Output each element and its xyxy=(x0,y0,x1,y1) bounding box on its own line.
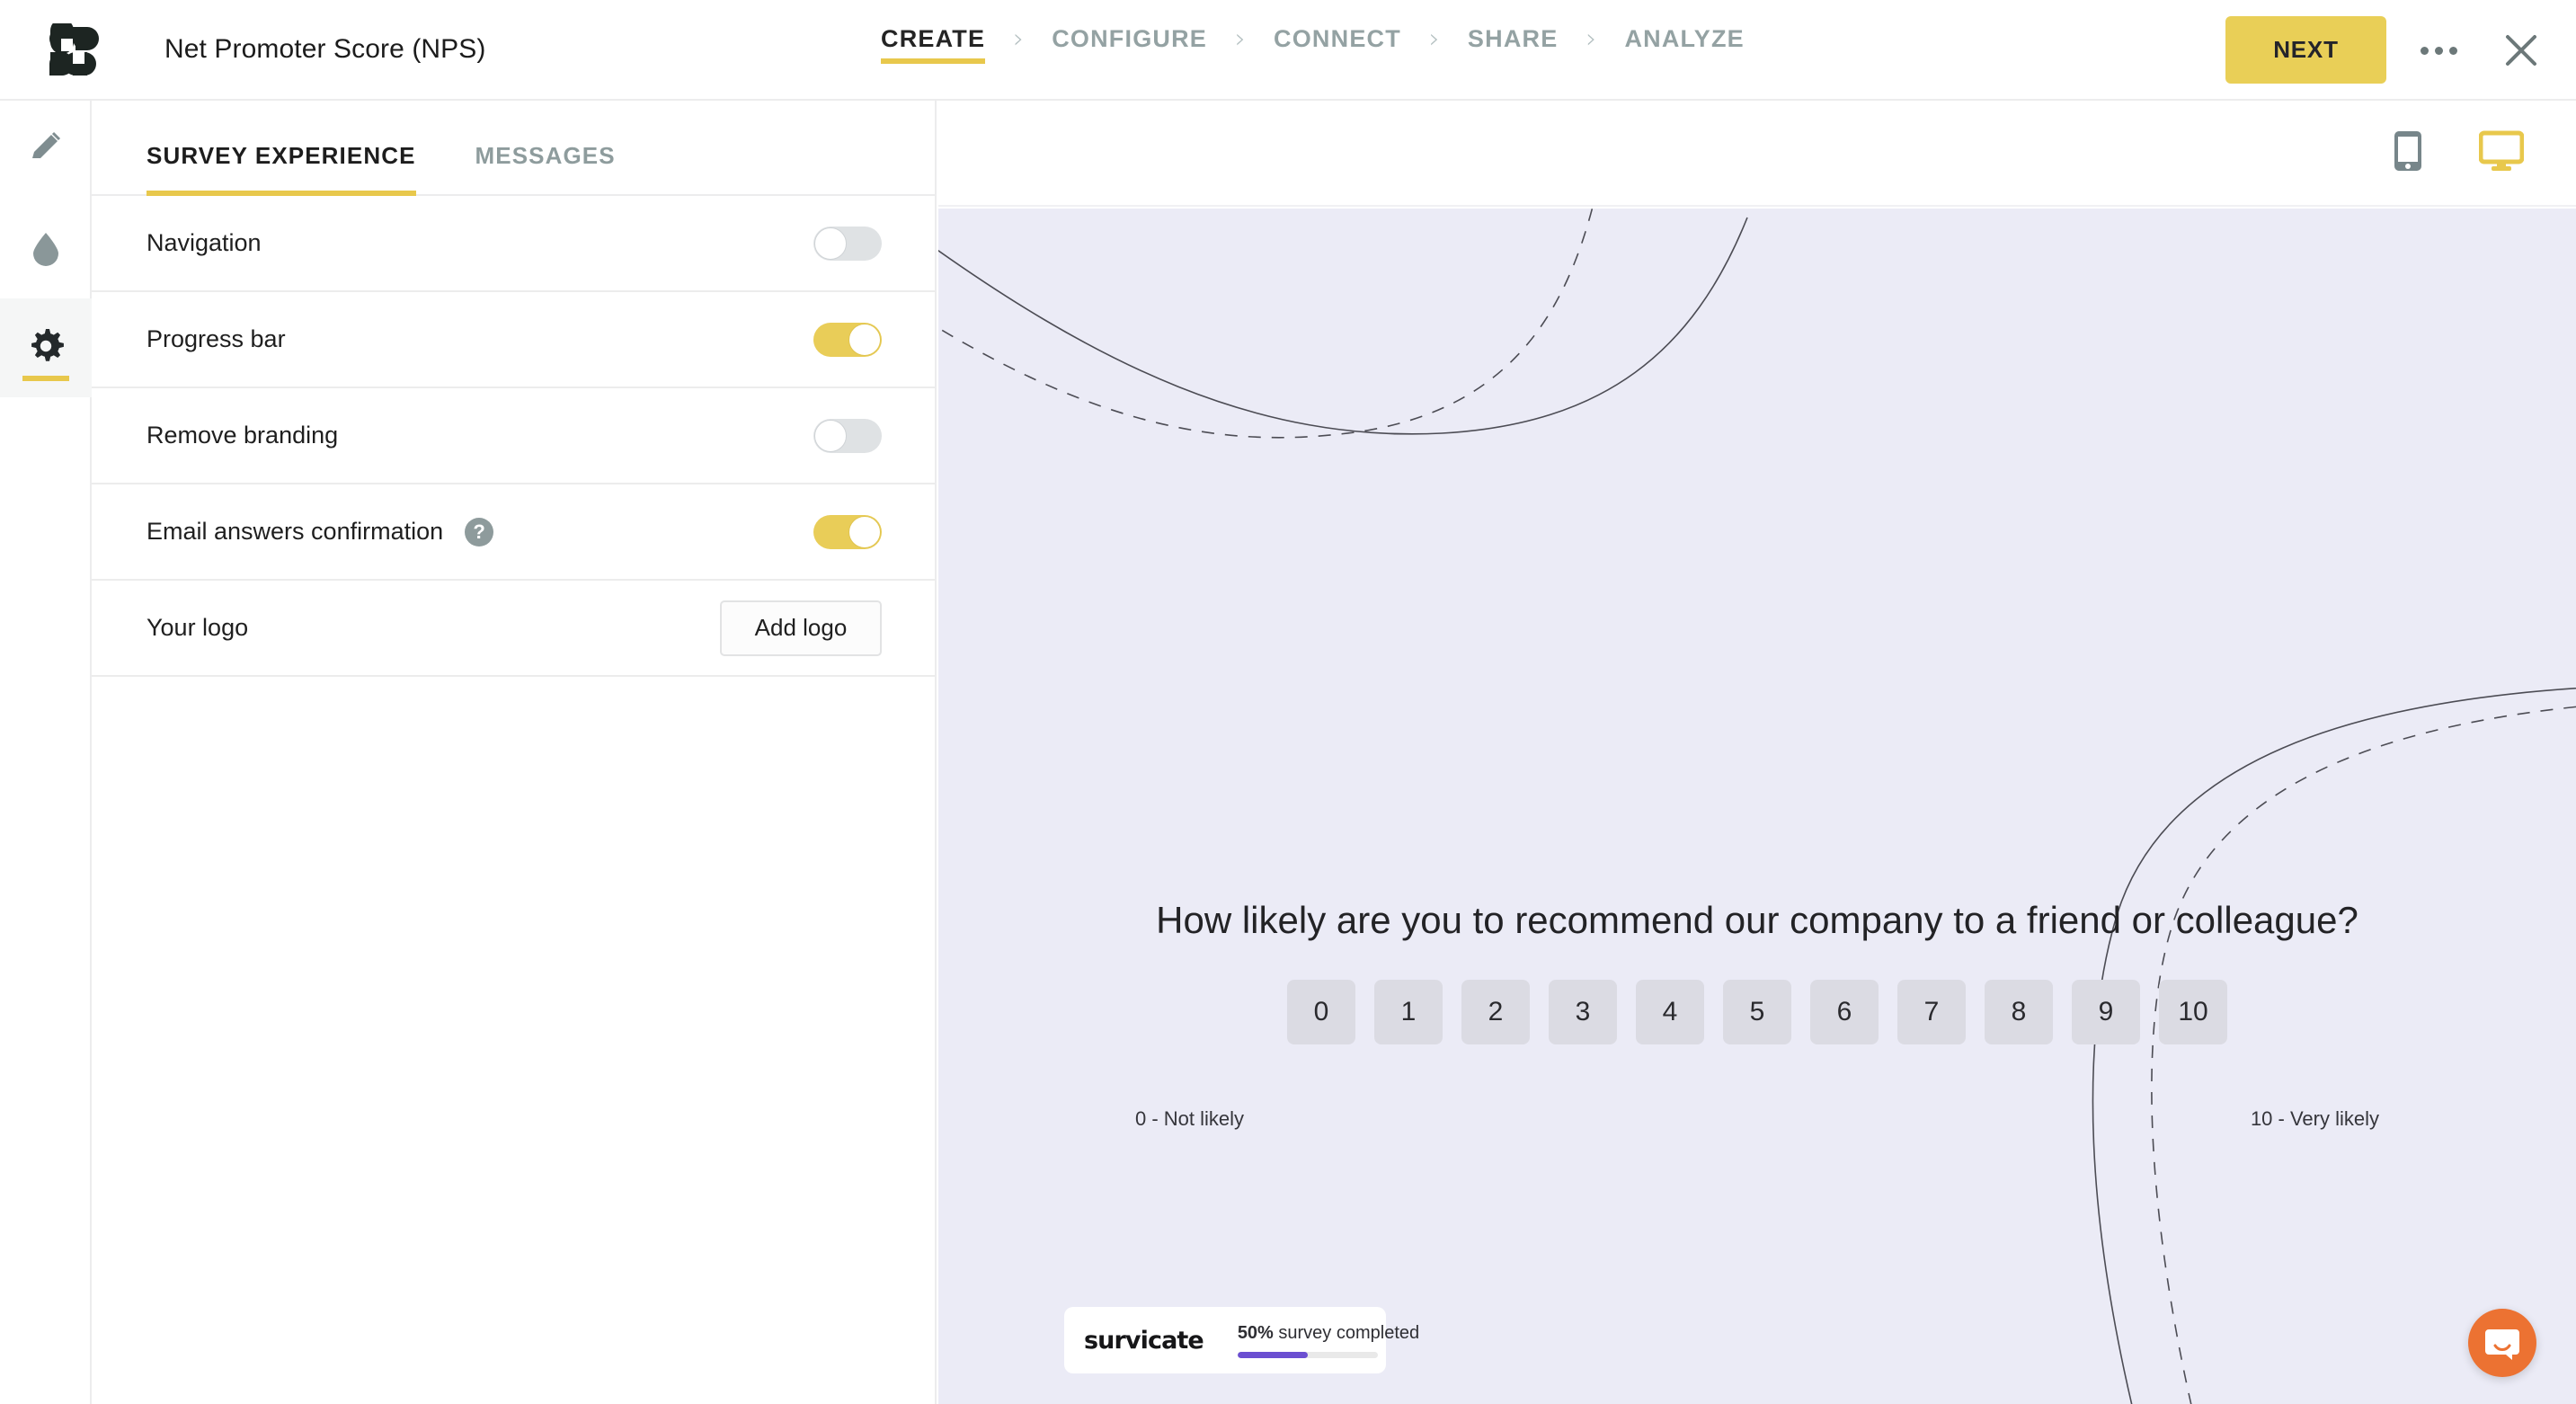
step-chevron-icon: › xyxy=(1013,23,1025,55)
question-mark-icon[interactable]: ? xyxy=(465,517,494,546)
decorative-curves xyxy=(938,209,2576,1404)
pencil-icon xyxy=(26,129,66,173)
nps-option-7[interactable]: 7 xyxy=(1897,980,1966,1044)
step-configure[interactable]: CONFIGURE xyxy=(1052,25,1207,67)
step-nav: CREATE › CONFIGURE › CONNECT › SHARE › A… xyxy=(881,23,1745,69)
setting-row-progress-bar: Progress bar xyxy=(92,292,935,388)
step-chevron-icon: › xyxy=(1428,23,1440,55)
panel-tabs: SURVEY EXPERIENCE MESSAGES xyxy=(92,101,935,196)
toggle-email-answers-confirmation[interactable] xyxy=(813,514,882,549)
step-connect[interactable]: CONNECT xyxy=(1274,25,1401,67)
nps-option-3[interactable]: 3 xyxy=(1549,980,1617,1044)
survicate-wordmark: survicate xyxy=(1084,1326,1204,1355)
step-create[interactable]: CREATE xyxy=(881,25,986,67)
nps-option-5[interactable]: 5 xyxy=(1723,980,1791,1044)
nps-scale-labels: 0 - Not likely 10 - Very likely xyxy=(1135,1107,2379,1131)
toggle-progress-bar[interactable] xyxy=(813,322,882,357)
survicate-logo-icon xyxy=(45,19,101,79)
ellipsis-icon[interactable] xyxy=(2412,34,2465,67)
step-chevron-icon: › xyxy=(1235,23,1247,55)
survey-footer-card: survicate 50% survey completed xyxy=(1064,1307,1419,1373)
progress-fill xyxy=(1237,1351,1308,1358)
close-icon[interactable] xyxy=(2500,30,2542,71)
droplet-icon xyxy=(26,227,66,271)
toggle-knob xyxy=(848,323,881,356)
tab-survey-experience[interactable]: SURVEY EXPERIENCE xyxy=(147,142,416,196)
progress-caption-text: survey completed xyxy=(1273,1322,1420,1343)
setting-label-progress-bar: Progress bar xyxy=(147,325,286,352)
survey-preview: How likely are you to recommend our comp… xyxy=(938,101,2576,1404)
next-button[interactable]: NEXT xyxy=(2225,16,2386,84)
rail-item-settings[interactable] xyxy=(0,298,92,397)
toggle-knob xyxy=(848,515,881,548)
setting-label-navigation: Navigation xyxy=(147,229,262,256)
intercom-chat-icon[interactable] xyxy=(2468,1309,2536,1377)
progress-block: 50% survey completed xyxy=(1237,1323,1419,1358)
nps-option-4[interactable]: 4 xyxy=(1636,980,1704,1044)
step-chevron-icon: › xyxy=(1586,23,1597,55)
gear-icon xyxy=(26,326,66,370)
nps-option-8[interactable]: 8 xyxy=(1985,980,2053,1044)
setting-label-remove-branding: Remove branding xyxy=(147,422,339,449)
mobile-icon[interactable] xyxy=(2393,129,2423,177)
settings-panel: SURVEY EXPERIENCE MESSAGES Navigation Pr… xyxy=(92,101,937,1404)
setting-row-email-answers-confirmation: Email answers confirmation ? xyxy=(92,484,935,581)
nps-option-1[interactable]: 1 xyxy=(1374,980,1443,1044)
toggle-knob xyxy=(814,227,847,260)
nps-option-0[interactable]: 0 xyxy=(1287,980,1355,1044)
preview-toolbar xyxy=(938,101,2576,207)
toggle-knob xyxy=(814,419,847,452)
preview-question: How likely are you to recommend our comp… xyxy=(1156,899,2358,941)
top-bar: Net Promoter Score (NPS) CREATE › CONFIG… xyxy=(0,0,2576,101)
setting-row-your-logo: Your logo Add logo xyxy=(92,581,935,677)
progress-caption: 50% survey completed xyxy=(1238,1323,1419,1344)
survey-title: Net Promoter Score (NPS) xyxy=(164,34,486,64)
preview-canvas: How likely are you to recommend our comp… xyxy=(938,209,2576,1404)
step-share[interactable]: SHARE xyxy=(1468,25,1559,67)
nps-option-6[interactable]: 6 xyxy=(1810,980,1879,1044)
toggle-navigation[interactable] xyxy=(813,226,882,261)
left-icon-rail xyxy=(0,101,92,1404)
step-analyze[interactable]: ANALYZE xyxy=(1624,25,1744,67)
progress-percent: 50% xyxy=(1237,1322,1274,1343)
nps-scale: 0 1 2 3 4 5 6 7 8 9 10 xyxy=(938,980,2576,1044)
nps-option-9[interactable]: 9 xyxy=(2072,980,2140,1044)
toggle-remove-branding[interactable] xyxy=(813,418,882,453)
rail-item-design[interactable] xyxy=(0,101,92,200)
setting-row-navigation: Navigation xyxy=(92,196,935,292)
nps-option-2[interactable]: 2 xyxy=(1461,980,1530,1044)
desktop-icon[interactable] xyxy=(2478,130,2525,176)
scale-low-label: 0 - Not likely xyxy=(1135,1107,1245,1130)
setting-label-your-logo: Your logo xyxy=(147,614,249,641)
nps-option-10[interactable]: 10 xyxy=(2159,980,2227,1044)
tab-messages[interactable]: MESSAGES xyxy=(475,142,616,194)
rail-item-theme[interactable] xyxy=(0,200,92,298)
progress-track xyxy=(1237,1351,1378,1358)
setting-row-remove-branding: Remove branding xyxy=(92,388,935,484)
add-logo-button[interactable]: Add logo xyxy=(720,600,882,656)
setting-label-email-answers-confirmation: Email answers confirmation xyxy=(147,518,444,545)
scale-high-label: 10 - Very likely xyxy=(2250,1107,2379,1130)
